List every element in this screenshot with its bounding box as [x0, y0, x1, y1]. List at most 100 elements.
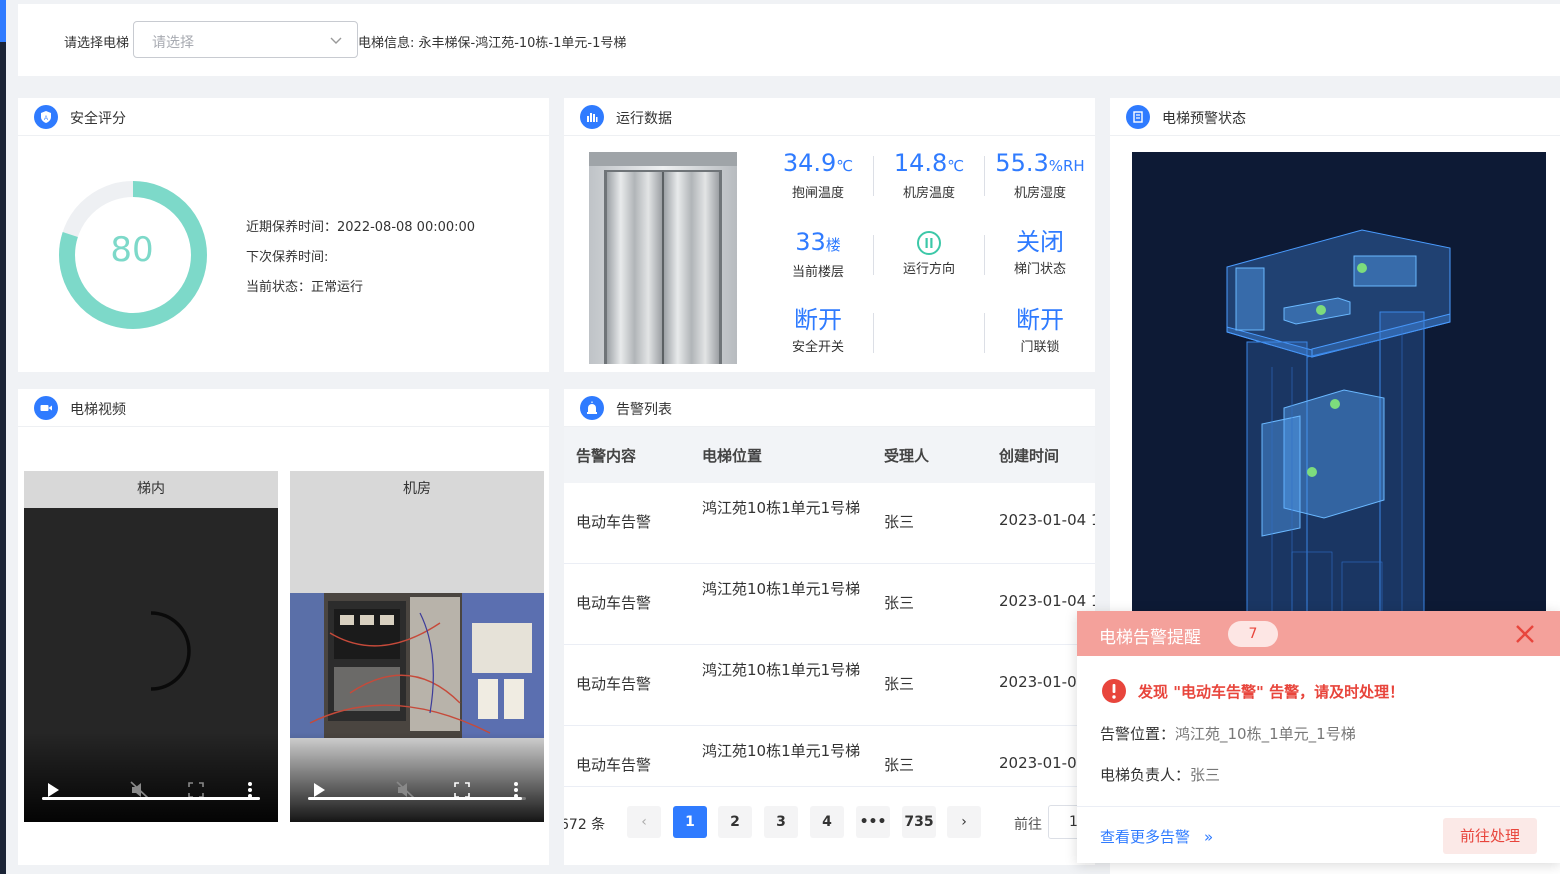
play-icon[interactable] [46, 782, 60, 798]
close-icon[interactable] [1514, 623, 1536, 645]
alarm-location-label: 告警位置： [1100, 725, 1176, 743]
alarm-location: 鸿江苑10栋1单元1号梯 [702, 499, 861, 517]
table-row[interactable]: 电动车告警 鸿江苑10栋1单元1号梯 张三 2023-01-04 [564, 726, 1095, 787]
panel-header: 告警列表 [564, 389, 1095, 427]
page-button-3[interactable]: 3 [764, 806, 798, 838]
page-button-2[interactable]: 2 [718, 806, 752, 838]
alarm-time: 2023-01-04 [999, 754, 1087, 772]
view-more-alarms-link[interactable]: 查看更多告警 » [1100, 826, 1213, 847]
video-progress[interactable] [308, 797, 526, 800]
brake-temp-value: 34.9 [782, 149, 837, 177]
divider [1077, 806, 1560, 807]
door-lock-value: 断开 [1016, 306, 1064, 334]
alarm-time: 2023-01-04 1 [999, 592, 1095, 610]
room-temp-unit: ℃ [947, 157, 965, 175]
elevator-owner-value: 张三 [1190, 766, 1221, 784]
safety-switch-value: 断开 [794, 306, 842, 334]
panel-header: A 安全评分 [18, 98, 549, 136]
alarm-notification: 电梯告警提醒 7 发现 "电动车告警" 告警，请及时处理！ 告警位置：鸿江苑_1… [1077, 611, 1560, 863]
alarm-siren-icon [580, 396, 604, 420]
door-metric: 关闭 梯门状态 [990, 227, 1090, 277]
warning-icon [1102, 679, 1126, 703]
room-temp-label: 机房温度 [902, 186, 955, 201]
room-temp-value: 14.8 [893, 149, 948, 177]
elevator-selector-bar: 请选择电梯 请选择 电梯信息: 永丰梯保-鸿江苑-10栋-1单元-1号梯 [18, 4, 1560, 76]
col-location: 电梯位置 [702, 447, 763, 465]
elevator-owner-row: 电梯负责人：张三 [1100, 764, 1220, 785]
pagination-total: 672 条 [564, 817, 606, 833]
alarm-location: 鸿江苑10栋1单元1号梯 [702, 742, 861, 760]
panel-header: 运行数据 [564, 98, 1095, 136]
fullscreen-icon[interactable] [454, 782, 470, 798]
alarm-location: 鸿江苑10栋1单元1号梯 [702, 661, 861, 679]
elevator-3d-model [1132, 152, 1546, 612]
video-progress[interactable] [42, 797, 260, 800]
video-player-elevator[interactable]: 梯内 [24, 471, 278, 822]
elevator-select[interactable]: 请选择 [133, 21, 358, 58]
alarm-content: 电动车告警 [576, 756, 652, 774]
floor-value: 33 [795, 228, 826, 256]
panel-header: 电梯视频 [18, 389, 549, 427]
loading-spinner-icon [150, 611, 191, 691]
goto-label: 前往 [1014, 817, 1042, 833]
video-screen[interactable] [290, 508, 544, 822]
machine-room-frame [290, 593, 544, 738]
next-maintenance: 下次保养时间: [246, 250, 329, 265]
alarm-handler: 张三 [884, 594, 915, 612]
brake-temp-metric: 34.9℃ 抱闸温度 [768, 148, 868, 201]
table-row[interactable]: 电动车告警 鸿江苑10栋1单元1号梯 张三 2023-01-04 1 [564, 483, 1095, 564]
safety-switch-metric: 断开 安全开关 [768, 305, 868, 355]
table-row[interactable]: 电动车告警 鸿江苑10栋1单元1号梯 张三 2023-01-04 [564, 645, 1095, 726]
elevator-info: 电梯信息: 永丰梯保-鸿江苑-10栋-1单元-1号梯 [358, 36, 627, 51]
video-progress-fill [42, 797, 260, 800]
pagination: 672 条 ‹ 1 2 3 4 ••• 735 › 前往 1 [564, 805, 1095, 841]
video-screen[interactable] [24, 508, 278, 822]
brake-temp-label: 抱闸温度 [791, 186, 844, 201]
elevator-door-image [589, 152, 737, 364]
divider [984, 313, 985, 353]
video-camera-icon [34, 396, 58, 420]
page-button-4[interactable]: 4 [810, 806, 844, 838]
panel-title: 电梯预警状态 [1162, 111, 1246, 127]
alarm-table-header: 告警内容 电梯位置 受理人 创建时间 [564, 427, 1095, 483]
room-humidity-metric: 55.3%RH 机房湿度 [990, 148, 1090, 201]
video-progress-fill [308, 797, 522, 800]
notification-title: 电梯告警提醒 [1099, 628, 1201, 648]
divider [984, 156, 985, 196]
floor-unit: 楼 [825, 236, 841, 254]
table-row[interactable]: 电动车告警 鸿江苑10栋1单元1号梯 张三 2023-01-04 1 [564, 564, 1095, 645]
select-elevator-label: 请选择电梯 [64, 36, 130, 51]
document-icon [1126, 105, 1150, 129]
elevator-owner-label: 电梯负责人： [1100, 766, 1191, 784]
brake-temp-unit: ℃ [836, 157, 854, 175]
page-button-last[interactable]: 735 [902, 806, 936, 838]
notification-count-badge: 7 [1228, 621, 1278, 647]
page-button-1[interactable]: 1 [673, 806, 707, 838]
view-more-label: 查看更多告警 [1100, 828, 1191, 846]
pause-circle-icon [917, 231, 941, 255]
alarm-content: 电动车告警 [576, 594, 652, 612]
video-controls [24, 732, 278, 822]
double-chevron-right-icon: » [1204, 828, 1214, 846]
elevator-select-placeholder: 请选择 [152, 35, 194, 51]
alarm-time: 2023-01-04 1 [999, 511, 1095, 529]
safety-score-panel: A 安全评分 80 近期保养时间：2022-08-08 00:00:00 下次保… [18, 98, 549, 372]
panel-title: 电梯视频 [70, 402, 126, 418]
video-player-machine-room[interactable]: 机房 [290, 471, 544, 822]
page-ellipsis-button[interactable]: ••• [856, 806, 890, 838]
notification-header: 电梯告警提醒 7 [1077, 611, 1560, 656]
bar-chart-icon [580, 105, 604, 129]
svg-text:A: A [44, 116, 48, 122]
play-icon[interactable] [312, 782, 326, 798]
left-nav-strip [0, 0, 6, 874]
alarm-list-panel: 告警列表 告警内容 电梯位置 受理人 创建时间 电动车告警 鸿江苑10栋1单元1… [564, 389, 1095, 865]
door-lock-metric: 断开 门联锁 [990, 305, 1090, 355]
door-lock-label: 门联锁 [1020, 340, 1060, 355]
go-handle-button[interactable]: 前往处理 [1443, 818, 1537, 854]
panel-title: 安全评分 [70, 111, 126, 127]
running-data-panel: 运行数据 34.9℃ 抱闸温度 14.8℃ 机房温度 55.3%RH 机房湿度 … [564, 98, 1095, 372]
prev-page-button[interactable]: ‹ [627, 806, 661, 838]
next-page-button[interactable]: › [947, 806, 981, 838]
fullscreen-icon[interactable] [188, 782, 204, 798]
direction-metric: 运行方向 [879, 227, 979, 277]
